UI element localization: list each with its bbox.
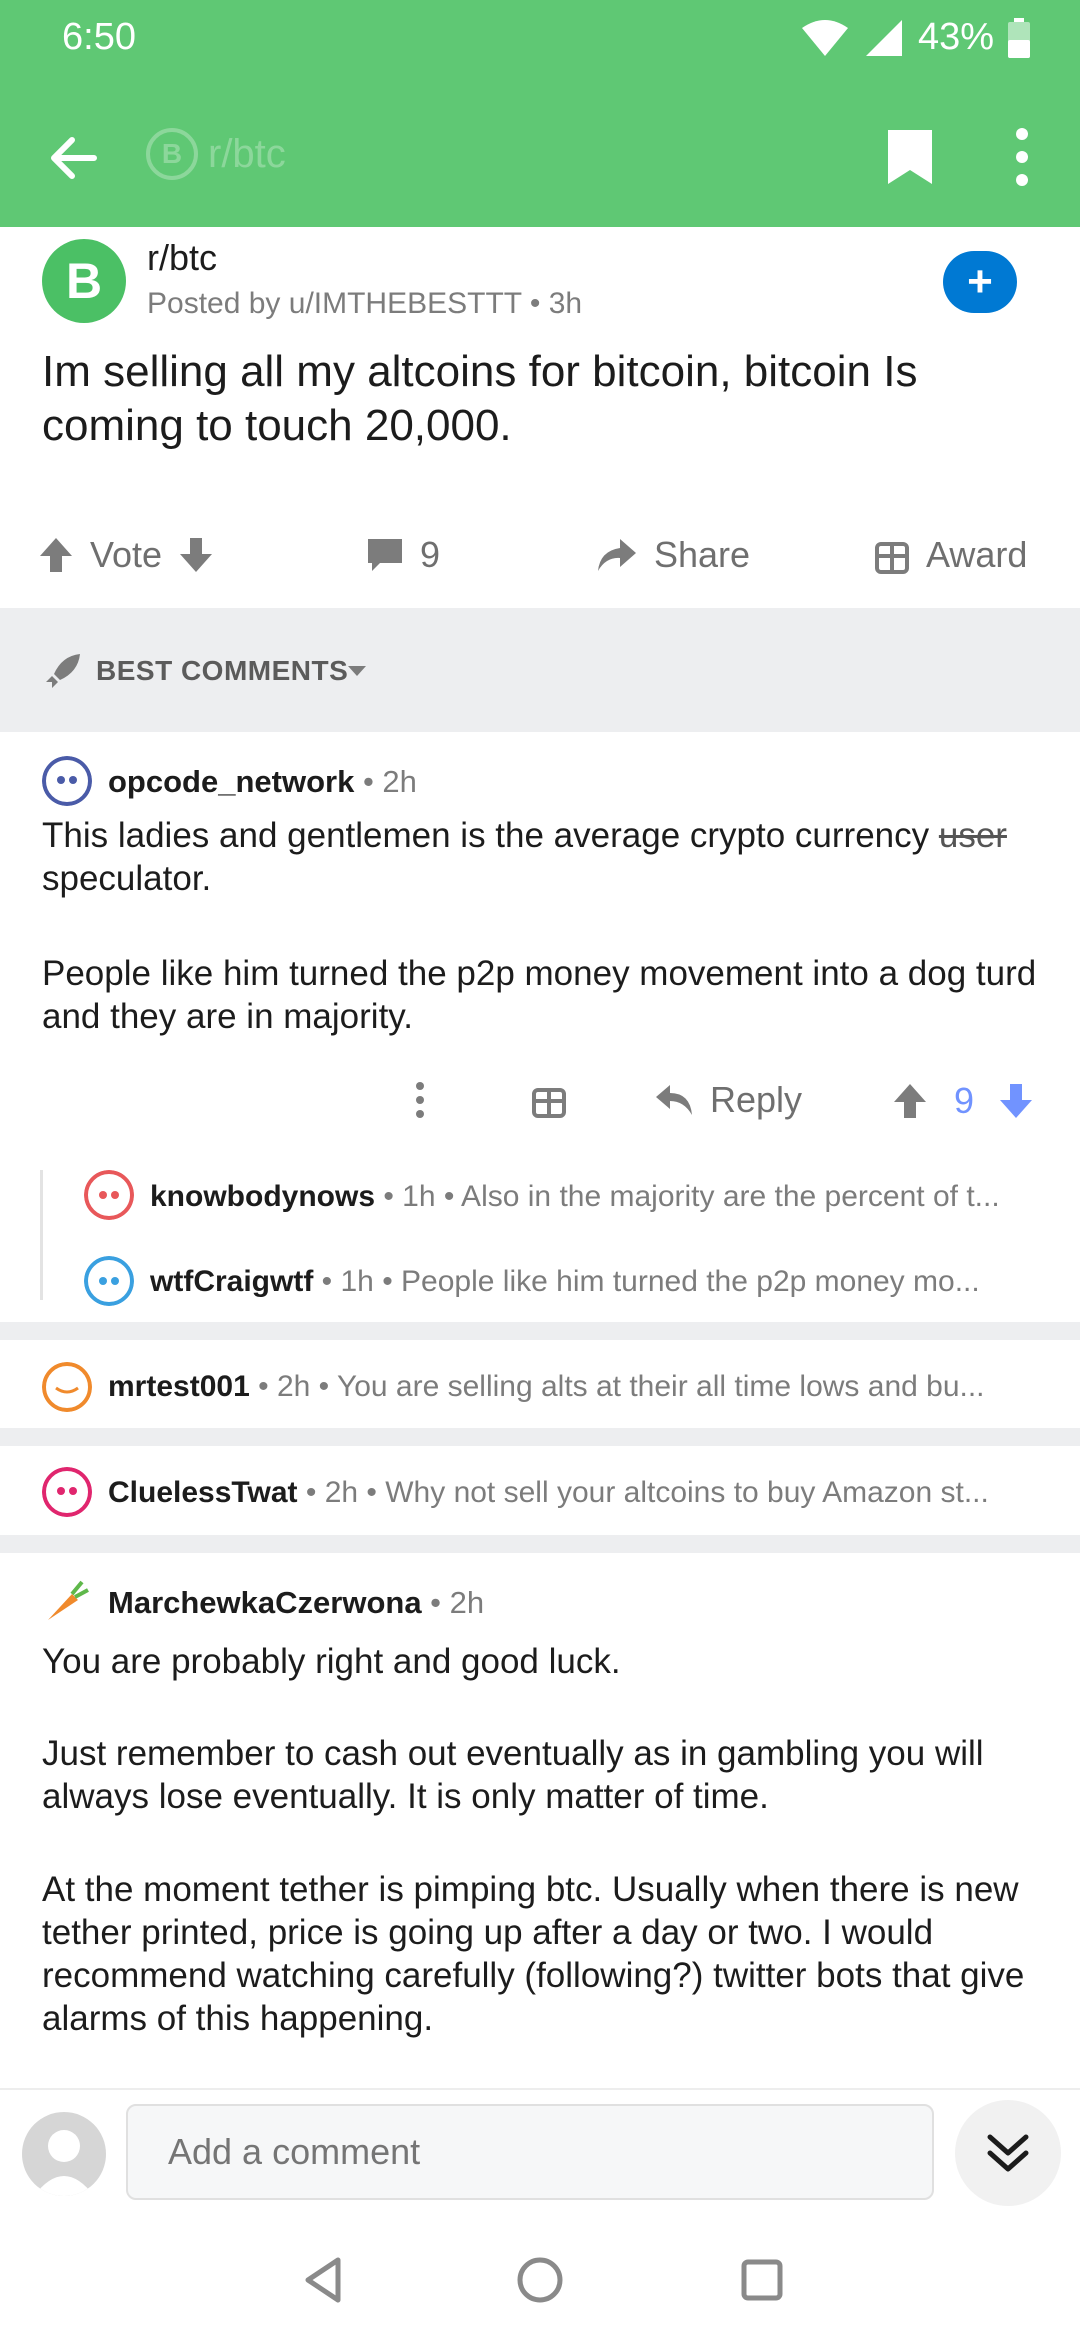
comments-button[interactable]: 9 bbox=[366, 525, 440, 585]
chevron-down-icon bbox=[348, 666, 366, 676]
user-silhouette-icon bbox=[34, 2130, 94, 2196]
snoo-avatar-icon bbox=[42, 1467, 92, 1517]
carrot-icon bbox=[48, 1580, 89, 1620]
comment-strike-text: user bbox=[938, 816, 1007, 855]
nav-recents-icon[interactable] bbox=[732, 2250, 792, 2310]
subreddit-avatar[interactable]: B bbox=[42, 239, 126, 323]
downvote-icon[interactable] bbox=[178, 536, 214, 574]
comment-body: This ladies and gentlemen is the average… bbox=[42, 814, 1062, 900]
collapsed-reply[interactable]: wtfCraigwtf • 1h • People like him turne… bbox=[150, 1265, 1050, 1299]
sort-comments-bar[interactable]: BEST COMMENTS bbox=[0, 608, 1080, 732]
gift-icon[interactable] bbox=[532, 1082, 566, 1118]
comment-text-part: speculator. bbox=[42, 859, 212, 898]
faded-subreddit-name: r/btc bbox=[208, 131, 286, 176]
avatar[interactable] bbox=[84, 1170, 134, 1220]
add-comment-input[interactable] bbox=[126, 2104, 934, 2200]
collapsed-comment[interactable]: CluelessTwat • 2h • Why not sell your al… bbox=[108, 1476, 1058, 1510]
collapsed-comment[interactable]: mrtest001 • 2h • You are selling alts at… bbox=[108, 1370, 1058, 1404]
comment-paragraph: You are probably right and good luck. bbox=[42, 1642, 621, 1681]
share-arrow-icon bbox=[598, 539, 636, 571]
avatar[interactable] bbox=[84, 1256, 134, 1306]
avatar[interactable] bbox=[42, 1467, 92, 1517]
more-options-icon[interactable] bbox=[414, 1082, 426, 1118]
reply-label: Reply bbox=[710, 1079, 803, 1120]
comment-paragraph: At the moment tether is pimping btc. Usu… bbox=[42, 1870, 1025, 2038]
status-time: 6:50 bbox=[62, 16, 136, 58]
post-title: Im selling all my altcoins for bitcoin, … bbox=[42, 347, 918, 450]
comment-preview: • 1h • Also in the majority are the perc… bbox=[375, 1180, 1000, 1213]
upvote-icon[interactable] bbox=[892, 1082, 928, 1120]
system-nav-bar bbox=[0, 2218, 1080, 2340]
collapsed-reply[interactable]: knowbodynows • 1h • Also in the majority… bbox=[150, 1180, 1050, 1214]
comment-meta: • 2h bbox=[354, 764, 417, 799]
cell-signal-icon bbox=[865, 19, 902, 56]
award-label: Award bbox=[926, 534, 1028, 575]
reply-arrow-icon bbox=[656, 1085, 692, 1115]
sort-label: BEST COMMENTS bbox=[96, 655, 349, 686]
app-header: 6:50 43% B r/btc bbox=[0, 0, 1080, 227]
award-button[interactable]: Award bbox=[874, 525, 1027, 585]
snoo-avatar-icon bbox=[42, 756, 92, 806]
faded-subreddit-title: B r/btc bbox=[146, 128, 286, 180]
next-comment-button[interactable] bbox=[955, 2100, 1061, 2206]
comment-composer bbox=[0, 2088, 1080, 2218]
subreddit-coin-icon: B bbox=[146, 128, 198, 180]
avatar[interactable] bbox=[42, 1576, 92, 1626]
gift-icon bbox=[875, 542, 909, 574]
comment-username[interactable]: opcode_network bbox=[108, 764, 354, 799]
comment-username[interactable]: wtfCraigwtf bbox=[150, 1265, 313, 1298]
more-options-icon[interactable] bbox=[1010, 126, 1034, 188]
comment-divider bbox=[0, 1428, 1080, 1446]
comment-bubble-icon bbox=[368, 539, 402, 571]
comment-score: 9 bbox=[954, 1080, 975, 1121]
comment-preview: • 2h • Why not sell your altcoins to buy… bbox=[297, 1476, 989, 1509]
comment-count: 9 bbox=[420, 534, 441, 575]
avatar[interactable] bbox=[42, 756, 92, 806]
snoo-avatar-icon bbox=[84, 1256, 134, 1306]
share-button[interactable]: Share bbox=[596, 525, 750, 585]
posted-by[interactable]: Posted by u/IMTHEBESTTT • 3h bbox=[147, 287, 582, 321]
reply-button[interactable]: Reply bbox=[654, 1070, 802, 1130]
post-actions: Vote 9 Share Award bbox=[0, 525, 1080, 585]
thread-line bbox=[40, 1170, 43, 1300]
comment-paragraph: Just remember to cash out eventually as … bbox=[42, 1734, 984, 1816]
comment-meta: • 2h bbox=[421, 1585, 485, 1620]
comment-preview: • 1h • People like him turned the p2p mo… bbox=[313, 1265, 980, 1298]
bookmark-icon[interactable] bbox=[886, 128, 934, 186]
rocket-icon bbox=[46, 654, 80, 688]
nav-back-icon[interactable] bbox=[294, 2250, 354, 2310]
comment-divider bbox=[0, 1535, 1080, 1553]
join-button[interactable]: + bbox=[943, 251, 1017, 313]
comment-text-part: This ladies and gentlemen is the average… bbox=[42, 816, 939, 855]
battery-percent: 43% bbox=[917, 16, 994, 58]
back-arrow-icon[interactable] bbox=[42, 128, 102, 188]
comment-header: MarchewkaCzerwona • 2h bbox=[108, 1585, 484, 1621]
status-right: 43% bbox=[800, 16, 1030, 59]
comment-header: opcode_network • 2h bbox=[108, 764, 417, 800]
wifi-icon bbox=[801, 19, 848, 56]
comment-username[interactable]: CluelessTwat bbox=[108, 1476, 298, 1509]
double-chevron-down-icon bbox=[987, 2134, 1029, 2172]
comment-divider bbox=[0, 1322, 1080, 1340]
upvote-icon[interactable] bbox=[38, 536, 74, 574]
comment-preview: • 2h • You are selling alts at their all… bbox=[249, 1370, 985, 1403]
snoo-avatar-icon bbox=[84, 1170, 134, 1220]
battery-icon bbox=[1008, 17, 1030, 58]
share-label: Share bbox=[654, 534, 751, 575]
avatar[interactable] bbox=[42, 1362, 92, 1412]
comment-paragraph: People like him turned the p2p money mov… bbox=[42, 954, 1037, 1036]
downvote-icon[interactable] bbox=[998, 1082, 1034, 1120]
subreddit-name[interactable]: r/btc bbox=[147, 237, 217, 279]
comment-username[interactable]: MarchewkaCzerwona bbox=[108, 1585, 422, 1620]
vote-label: Vote bbox=[90, 534, 163, 575]
app-bar: B r/btc bbox=[0, 110, 1080, 200]
status-bar: 6:50 43% bbox=[0, 0, 1080, 80]
snoo-avatar-icon bbox=[42, 1362, 92, 1412]
nav-home-icon[interactable] bbox=[510, 2250, 570, 2310]
vote-group: Vote bbox=[38, 525, 214, 585]
user-avatar[interactable] bbox=[22, 2112, 106, 2196]
comment-username[interactable]: mrtest001 bbox=[108, 1370, 250, 1403]
comment-actions: Reply 9 bbox=[0, 1070, 1080, 1130]
comment-username[interactable]: knowbodynows bbox=[150, 1180, 375, 1213]
